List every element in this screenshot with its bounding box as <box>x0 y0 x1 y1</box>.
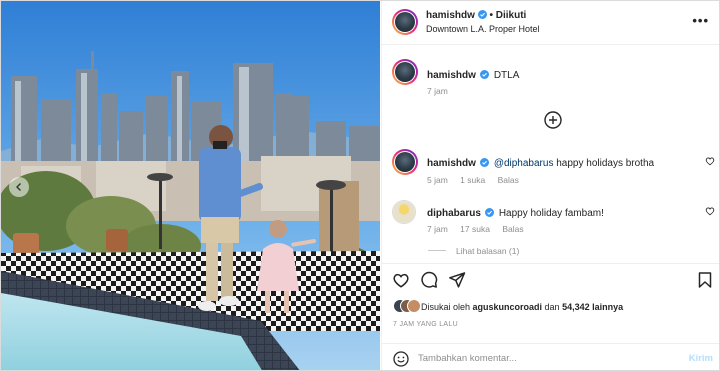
comment-likes[interactable]: 1 suka <box>460 175 485 185</box>
verified-badge-icon <box>480 158 490 167</box>
liked-by-user[interactable]: aguskuncoroadi <box>473 302 543 312</box>
comment-input[interactable] <box>418 350 658 366</box>
post-photo[interactable] <box>1 1 380 370</box>
liked-by-text: Disukai oleh aguskuncoroadi dan 54,342 l… <box>421 302 623 312</box>
bookmark-icon[interactable] <box>697 271 713 289</box>
comment-avatar[interactable] <box>392 200 416 224</box>
verified-badge-icon <box>480 70 490 79</box>
comment-time: 7 jam <box>427 224 448 234</box>
author-username[interactable]: hamishdw <box>426 10 475 21</box>
send-comment-button[interactable]: Kirim <box>689 353 713 364</box>
follow-status[interactable]: • Diikuti <box>489 10 526 21</box>
caption-meta: 7 jam <box>427 86 458 96</box>
post-window: hamishdw • Diikuti Downtown L.A. Proper … <box>0 0 720 371</box>
liker-avatar[interactable] <box>407 299 421 313</box>
previous-photo-button[interactable] <box>9 177 29 197</box>
heart-icon[interactable] <box>705 156 715 166</box>
comment-time: 5 jam <box>427 175 448 185</box>
comment-meta: 5 jam 1 suka Balas <box>427 175 529 185</box>
caption-time: 7 jam <box>427 86 448 96</box>
action-bar <box>382 263 719 297</box>
liked-by-count[interactable]: 54,342 <box>562 302 590 312</box>
view-replies-label[interactable]: Lihat balasan (1) <box>456 246 519 256</box>
liked-by-mid: dan <box>542 302 563 312</box>
liked-by-suffix[interactable]: lainnya <box>590 302 623 312</box>
comment-meta: 7 jam 17 suka Balas <box>427 224 534 234</box>
comment-likes[interactable]: 17 suka <box>460 224 490 234</box>
caption-text-line: hamishdw DTLA <box>427 65 519 83</box>
verified-badge-icon <box>477 10 487 19</box>
plus-circle-icon[interactable] <box>544 111 562 129</box>
comment-username[interactable]: hamishdw <box>427 158 476 169</box>
post-details-panel: hamishdw • Diikuti Downtown L.A. Proper … <box>381 1 719 370</box>
comment-username[interactable]: diphabarus <box>427 208 481 219</box>
comment-text-line: diphabarus Happy holiday fambam! <box>427 203 604 221</box>
author-line: hamishdw • Diikuti <box>426 10 526 21</box>
comment-text: Happy holiday fambam! <box>498 208 604 219</box>
caption-avatar[interactable] <box>392 59 418 85</box>
comment-bubble-icon[interactable] <box>420 271 438 289</box>
comment-avatar[interactable] <box>392 149 418 175</box>
view-replies-button[interactable]: Lihat balasan (1) <box>428 246 519 256</box>
post-location[interactable]: Downtown L.A. Proper Hotel <box>426 24 540 34</box>
paper-plane-icon[interactable] <box>448 271 466 289</box>
photo-illustration <box>1 1 380 370</box>
comment-composer: Kirim <box>382 343 719 370</box>
liked-by-prefix: Disukai oleh <box>421 302 473 312</box>
heart-icon[interactable] <box>392 271 410 289</box>
replies-divider <box>428 250 446 251</box>
posted-timestamp[interactable]: 7 JAM YANG LALU <box>393 321 458 328</box>
more-options-button[interactable]: ••• <box>692 13 709 28</box>
post-header: hamishdw • Diikuti Downtown L.A. Proper … <box>382 1 719 45</box>
chevron-left-icon <box>16 183 21 191</box>
caption-username[interactable]: hamishdw <box>427 70 476 81</box>
author-avatar[interactable] <box>392 9 418 35</box>
comment-text-line: hamishdw @diphabarus happy holidays brot… <box>427 153 654 171</box>
smiley-icon[interactable] <box>393 351 409 367</box>
verified-badge-icon <box>485 208 495 217</box>
comment-mention-link[interactable]: @diphabarus <box>494 158 554 169</box>
comment-text: happy holidays brotha <box>553 158 655 169</box>
comment-reply-button[interactable]: Balas <box>498 175 519 185</box>
comment-reply-button[interactable]: Balas <box>502 224 523 234</box>
heart-icon[interactable] <box>705 206 715 216</box>
caption-text: DTLA <box>493 70 520 81</box>
